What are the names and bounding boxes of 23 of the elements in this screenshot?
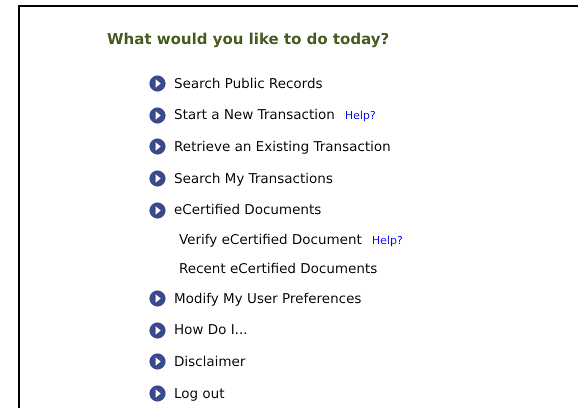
menu-link[interactable]: Disclaimer: [174, 354, 246, 370]
page-heading: What would you like to do today?: [107, 29, 390, 49]
arrow-bullet-icon: [149, 385, 166, 402]
arrow-bullet-icon: [149, 353, 166, 370]
menu-link[interactable]: Log out: [174, 386, 225, 402]
arrow-bullet-icon: [149, 202, 166, 219]
arrow-bullet-icon: [149, 290, 166, 308]
menu-link[interactable]: Retrieve an Existing Transaction: [174, 138, 391, 155]
help-link[interactable]: Help?: [344, 108, 376, 122]
arrow-bullet-icon: [149, 170, 166, 188]
arrow-bullet-icon: [149, 75, 166, 92]
arrow-bullet-icon: [149, 138, 166, 156]
menu-link[interactable]: How Do I...: [174, 322, 248, 338]
menu-link[interactable]: Recent eCertified Documents: [179, 260, 378, 277]
menu-link[interactable]: Modify My User Preferences: [174, 290, 362, 307]
menu-link[interactable]: eCertified Documents: [174, 202, 322, 218]
menu-link[interactable]: Search Public Records: [174, 76, 323, 92]
menu-link[interactable]: Start a New Transaction: [174, 107, 335, 124]
arrow-bullet-icon: [149, 106, 166, 124]
arrow-bullet-icon: [149, 322, 166, 339]
menu-link[interactable]: Verify eCertified Document: [179, 232, 362, 248]
help-link[interactable]: Help?: [372, 234, 403, 247]
menu-link[interactable]: Search My Transactions: [174, 170, 333, 187]
